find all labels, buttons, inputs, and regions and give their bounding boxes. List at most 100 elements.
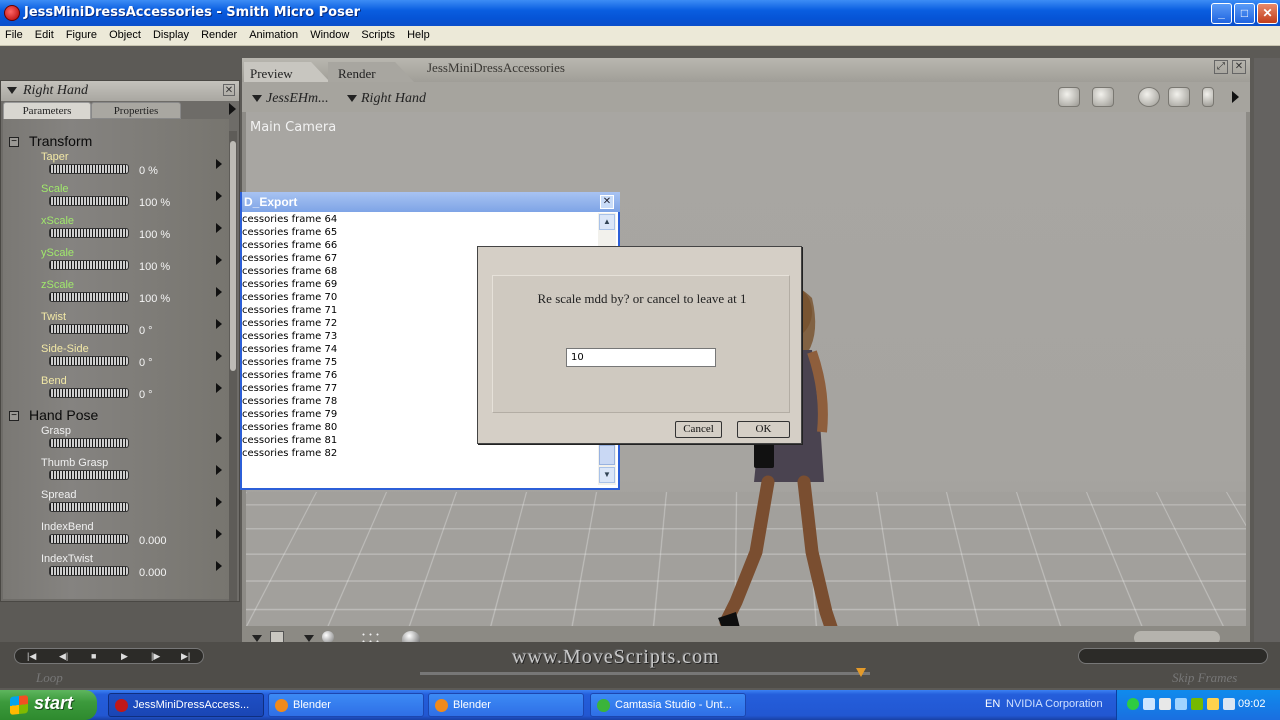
task-poser[interactable]: JessMiniDressAccess... (108, 693, 264, 717)
keyframe-controls[interactable] (1078, 648, 1268, 664)
menu-window[interactable]: Window (310, 26, 349, 41)
step-back-icon[interactable]: ◀| (59, 651, 68, 662)
param-side-side[interactable]: Side-Side 0 ° (21, 343, 227, 375)
scroll-down-icon[interactable]: ▼ (599, 467, 615, 483)
param-menu-arrow-icon[interactable] (216, 223, 222, 233)
param-value[interactable]: 0 ° (139, 389, 153, 401)
param-menu-arrow-icon[interactable] (216, 465, 222, 475)
param-dial[interactable] (49, 534, 129, 544)
param-yscale[interactable]: yScale 100 % (21, 247, 227, 279)
tab-preview[interactable]: Preview (244, 62, 330, 82)
param-dial[interactable] (49, 356, 129, 366)
tray-nvidia-icon[interactable] (1191, 698, 1203, 710)
menu-figure[interactable]: Figure (66, 26, 97, 41)
minimize-button[interactable]: _ (1211, 3, 1232, 24)
close-icon[interactable]: ✕ (600, 195, 614, 209)
param-menu-arrow-icon[interactable] (216, 351, 222, 361)
scrollbar-thumb[interactable] (230, 141, 236, 371)
loop-toggle[interactable]: Loop (36, 670, 63, 686)
param-dial[interactable] (49, 324, 129, 334)
panel-scrollbar[interactable] (229, 131, 237, 601)
param-value[interactable]: 100 % (139, 197, 170, 209)
tray-green-icon[interactable] (1127, 698, 1139, 710)
param-menu-arrow-icon[interactable] (216, 529, 222, 539)
param-menu-arrow-icon[interactable] (216, 255, 222, 265)
param-menu-arrow-icon[interactable] (216, 319, 222, 329)
menu-object[interactable]: Object (109, 26, 141, 41)
param-menu-arrow-icon[interactable] (216, 433, 222, 443)
param-xscale[interactable]: xScale 100 % (21, 215, 227, 247)
maximize-button[interactable]: □ (1234, 3, 1255, 24)
param-dial[interactable] (49, 388, 129, 398)
menu-file[interactable]: File (5, 26, 23, 41)
chevron-down-icon[interactable] (7, 87, 17, 94)
task-blender-1[interactable]: Blender (268, 693, 424, 717)
param-menu-arrow-icon[interactable] (216, 383, 222, 393)
scrollbar-thumb[interactable] (599, 445, 615, 465)
param-dial[interactable] (49, 292, 129, 302)
menu-help[interactable]: Help (407, 26, 430, 41)
param-dial[interactable] (49, 438, 129, 448)
panel-collapse-icon[interactable] (229, 103, 236, 115)
param-dial[interactable] (49, 196, 129, 206)
timeline-marker[interactable] (856, 668, 866, 677)
menu-edit[interactable]: Edit (35, 26, 54, 41)
tab-render[interactable]: Render (328, 62, 414, 82)
scale-input[interactable]: 10 (566, 348, 716, 367)
tray-security-icon[interactable] (1207, 698, 1219, 710)
param-indextwist[interactable]: IndexTwist 0.000 (21, 553, 227, 585)
param-dial[interactable] (49, 228, 129, 238)
close-document-icon[interactable]: ✕ (1232, 60, 1246, 74)
param-menu-arrow-icon[interactable] (216, 561, 222, 571)
param-twist[interactable]: Twist 0 ° (21, 311, 227, 343)
param-value[interactable]: 0 ° (139, 357, 153, 369)
param-value[interactable]: 100 % (139, 261, 170, 273)
tray-monitor-icon[interactable] (1175, 698, 1187, 710)
param-dial[interactable] (49, 260, 129, 270)
param-scale[interactable]: Scale 100 % (21, 183, 227, 215)
cancel-button[interactable]: Cancel (675, 421, 722, 438)
move-xy-icon[interactable] (1168, 87, 1190, 107)
menu-render[interactable]: Render (201, 26, 237, 41)
maximize-document-icon[interactable]: ⤢ (1214, 60, 1228, 74)
stop-icon[interactable]: ■ (91, 651, 96, 661)
param-menu-arrow-icon[interactable] (216, 287, 222, 297)
timeline-slider[interactable] (420, 672, 870, 675)
param-grasp[interactable]: Grasp (21, 425, 227, 457)
task-blender-2[interactable]: Blender (428, 693, 584, 717)
param-value[interactable]: 0 % (139, 165, 158, 177)
go-to-end-icon[interactable]: ▶| (181, 651, 190, 662)
expand-toolbar-icon[interactable] (1232, 91, 1239, 103)
skip-frames-toggle[interactable]: Skip Frames (1172, 670, 1237, 686)
render-settings-icon[interactable] (1058, 87, 1080, 107)
param-zscale[interactable]: zScale 100 % (21, 279, 227, 311)
start-button[interactable]: start (0, 690, 97, 720)
scroll-up-icon[interactable]: ▲ (599, 214, 615, 230)
param-menu-arrow-icon[interactable] (216, 497, 222, 507)
go-to-start-icon[interactable]: |◀ (27, 651, 36, 662)
param-dial[interactable] (49, 470, 129, 480)
param-taper[interactable]: Taper 0 % (21, 151, 227, 183)
param-bend[interactable]: Bend 0 ° (21, 375, 227, 407)
close-button[interactable]: ✕ (1257, 3, 1278, 24)
export-window-title[interactable]: D_Export (242, 192, 620, 212)
menu-scripts[interactable]: Scripts (361, 26, 395, 41)
lighting-dropdown-icon[interactable] (252, 635, 262, 642)
area-render-icon[interactable] (1092, 87, 1114, 107)
volume-icon[interactable] (1223, 698, 1235, 710)
rotate-trackball-icon[interactable] (1138, 87, 1160, 107)
param-value[interactable]: 0.000 (139, 535, 167, 547)
param-dial[interactable] (49, 566, 129, 576)
param-menu-arrow-icon[interactable] (216, 191, 222, 201)
param-menu-arrow-icon[interactable] (216, 159, 222, 169)
collapse-minus-icon[interactable]: − (9, 137, 19, 147)
close-icon[interactable]: ✕ (223, 84, 235, 96)
menu-animation[interactable]: Animation (249, 26, 298, 41)
param-dial[interactable] (49, 164, 129, 174)
tray-display-icon[interactable] (1159, 698, 1171, 710)
task-camtasia[interactable]: Camtasia Studio - Unt... (590, 693, 746, 717)
shadow-dropdown-icon[interactable] (304, 635, 314, 642)
param-value[interactable]: 100 % (139, 293, 170, 305)
language-indicator[interactable]: EN (985, 698, 1000, 710)
tray-network-icon[interactable] (1143, 698, 1155, 710)
